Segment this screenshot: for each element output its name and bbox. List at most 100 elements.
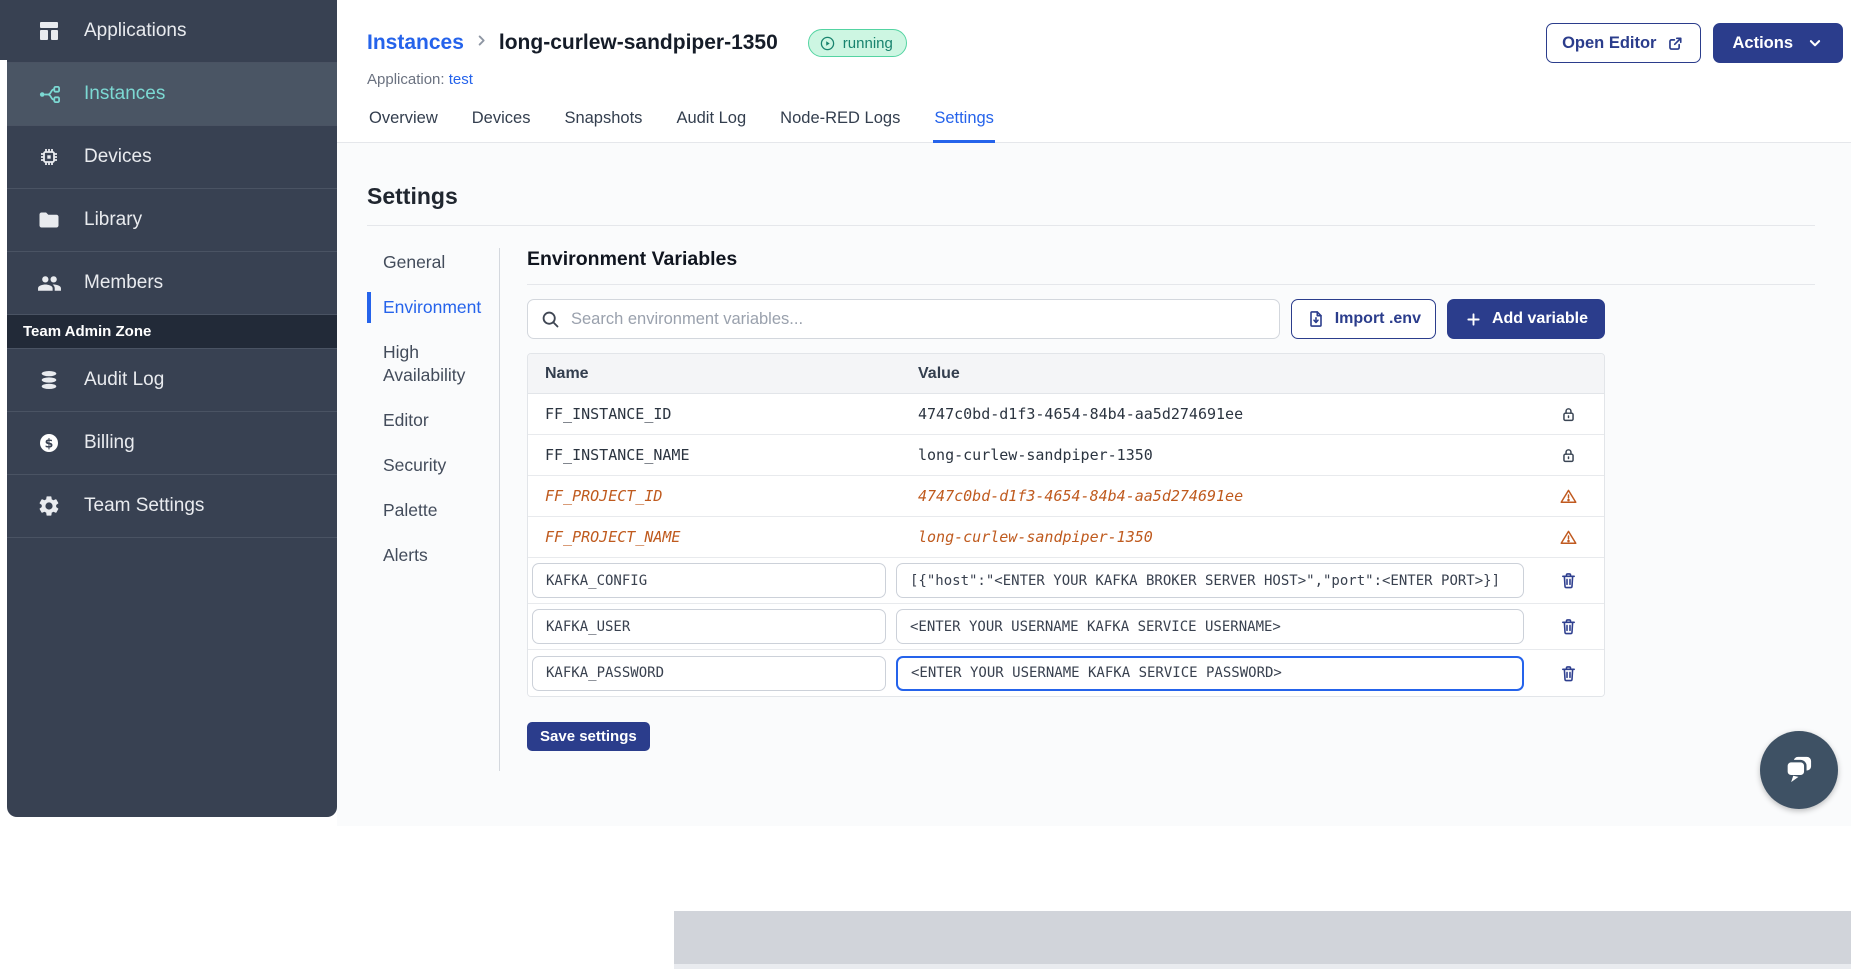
trash-icon[interactable] xyxy=(1532,570,1604,591)
footer-band-edge xyxy=(674,964,1851,969)
play-circle-icon xyxy=(819,35,836,52)
application-link[interactable]: test xyxy=(449,71,473,88)
sidebar-item-audit-log[interactable]: Audit Log xyxy=(7,349,337,412)
table-row: FF_INSTANCE_NAME long-curlew-sandpiper-1… xyxy=(528,435,1604,476)
breadcrumb: Instances long-curlew-sandpiper-1350 run… xyxy=(367,29,907,57)
main-content: Instances long-curlew-sandpiper-1350 run… xyxy=(337,0,1851,969)
subnav-high-availability[interactable]: High Availability xyxy=(367,341,499,387)
search-input[interactable] xyxy=(571,309,1267,329)
status-badge-label: running xyxy=(842,34,893,52)
env-var-value-input[interactable] xyxy=(896,609,1524,644)
sidebar-item-label: Devices xyxy=(84,146,152,167)
page-header: Instances long-curlew-sandpiper-1350 run… xyxy=(337,0,1851,88)
sidebar-item-library[interactable]: Library xyxy=(7,189,337,252)
tab-node-red-logs[interactable]: Node-RED Logs xyxy=(779,103,901,143)
table-row xyxy=(528,650,1604,696)
chat-widget-button[interactable] xyxy=(1760,731,1838,809)
env-var-value: long-curlew-sandpiper-1350 xyxy=(918,446,1153,464)
environment-panel: Environment Variables Import .env xyxy=(500,248,1815,771)
env-var-value-input[interactable] xyxy=(896,563,1524,598)
tab-audit-log[interactable]: Audit Log xyxy=(675,103,747,143)
tab-settings[interactable]: Settings xyxy=(933,103,995,143)
actions-label: Actions xyxy=(1732,33,1793,52)
sidebar-item-label: Instances xyxy=(84,83,166,104)
open-editor-button[interactable]: Open Editor xyxy=(1546,23,1702,63)
application-line: Application: test xyxy=(367,71,1843,88)
tab-snapshots[interactable]: Snapshots xyxy=(563,103,643,143)
trash-icon[interactable] xyxy=(1532,616,1604,637)
instances-icon xyxy=(36,81,62,107)
applications-icon xyxy=(36,18,62,44)
table-row: FF_PROJECT_ID 4747c0bd-d1f3-4654-84b4-aa… xyxy=(528,476,1604,517)
env-var-value: 4747c0bd-d1f3-4654-84b4-aa5d274691ee xyxy=(918,487,1244,505)
env-var-name-input[interactable] xyxy=(532,563,886,598)
lock-icon xyxy=(1532,445,1604,466)
sidebar-item-label: Library xyxy=(84,209,143,230)
import-env-icon xyxy=(1306,309,1326,329)
subnav-editor[interactable]: Editor xyxy=(367,409,499,432)
subnav-general[interactable]: General xyxy=(367,251,499,274)
chat-bubble-icon xyxy=(1778,749,1820,791)
library-folder-icon xyxy=(36,207,62,233)
env-var-name-input[interactable] xyxy=(532,655,886,691)
external-link-icon xyxy=(1666,34,1685,53)
subnav-security[interactable]: Security xyxy=(367,454,499,477)
column-header-name: Name xyxy=(545,364,589,382)
status-badge: running xyxy=(807,29,907,57)
save-settings-button[interactable]: Save settings xyxy=(527,722,650,751)
sidebar: Applications Instances Devices Library M… xyxy=(7,0,337,817)
footer-band xyxy=(674,911,1851,964)
sidebar-item-label: Billing xyxy=(84,432,135,453)
table-row: FF_PROJECT_NAME long-curlew-sandpiper-13… xyxy=(528,517,1604,558)
sidebar-item-applications[interactable]: Applications xyxy=(7,0,337,63)
svg-text:$: $ xyxy=(45,435,54,450)
billing-icon: $ xyxy=(36,430,62,456)
devices-icon xyxy=(36,144,62,170)
members-icon xyxy=(36,270,62,296)
column-header-value: Value xyxy=(918,364,960,382)
env-variables-table: Name Value FF_INSTANCE_ID 4747c0bd-d1f3-… xyxy=(527,353,1605,697)
instance-name-title: long-curlew-sandpiper-1350 xyxy=(498,31,778,54)
env-var-value-input-focused[interactable] xyxy=(896,655,1524,691)
sidebar-item-label: Team Settings xyxy=(84,495,205,516)
settings-title: Settings xyxy=(367,183,1815,226)
sidebar-item-devices[interactable]: Devices xyxy=(7,126,337,189)
search-icon xyxy=(540,309,561,330)
subnav-environment[interactable]: Environment xyxy=(367,292,499,323)
tab-overview[interactable]: Overview xyxy=(368,103,439,143)
application-label: Application: xyxy=(367,71,445,88)
table-row: FF_INSTANCE_ID 4747c0bd-d1f3-4654-84b4-a… xyxy=(528,394,1604,435)
environment-variables-title: Environment Variables xyxy=(527,248,1815,285)
tab-bar: Overview Devices Snapshots Audit Log Nod… xyxy=(337,103,1851,143)
env-var-name: FF_INSTANCE_NAME xyxy=(545,446,690,464)
table-header: Name Value xyxy=(528,354,1604,394)
sidebar-item-instances[interactable]: Instances xyxy=(7,63,337,126)
table-row xyxy=(528,604,1604,650)
open-editor-label: Open Editor xyxy=(1562,33,1657,52)
warning-icon xyxy=(1532,527,1604,548)
search-box xyxy=(527,299,1280,339)
import-env-label: Import .env xyxy=(1334,310,1421,327)
settings-subnav: General Environment High Availability Ed… xyxy=(367,248,500,771)
sidebar-item-billing[interactable]: $ Billing xyxy=(7,412,337,475)
add-variable-button[interactable]: Add variable xyxy=(1446,299,1605,339)
sidebar-item-team-settings[interactable]: Team Settings xyxy=(7,475,337,538)
sidebar-item-label: Applications xyxy=(84,20,187,41)
actions-button[interactable]: Actions xyxy=(1713,23,1843,63)
subnav-palette[interactable]: Palette xyxy=(367,499,499,522)
breadcrumb-chevron-icon xyxy=(474,33,489,53)
tab-devices[interactable]: Devices xyxy=(471,103,532,143)
subnav-alerts[interactable]: Alerts xyxy=(367,544,499,567)
trash-icon[interactable] xyxy=(1532,663,1604,684)
add-variable-label: Add variable xyxy=(1491,310,1588,327)
env-var-name: FF_PROJECT_ID xyxy=(545,487,663,505)
import-env-button[interactable]: Import .env xyxy=(1290,299,1436,339)
env-var-name: FF_PROJECT_NAME xyxy=(545,528,681,546)
env-var-name: FF_INSTANCE_ID xyxy=(545,405,672,423)
breadcrumb-instances-link[interactable]: Instances xyxy=(367,31,464,55)
env-var-name-input[interactable] xyxy=(532,609,886,644)
sidebar-item-members[interactable]: Members xyxy=(7,252,337,315)
env-var-value: long-curlew-sandpiper-1350 xyxy=(918,528,1153,546)
sidebar-item-label: Members xyxy=(84,272,164,293)
table-row xyxy=(528,558,1604,604)
